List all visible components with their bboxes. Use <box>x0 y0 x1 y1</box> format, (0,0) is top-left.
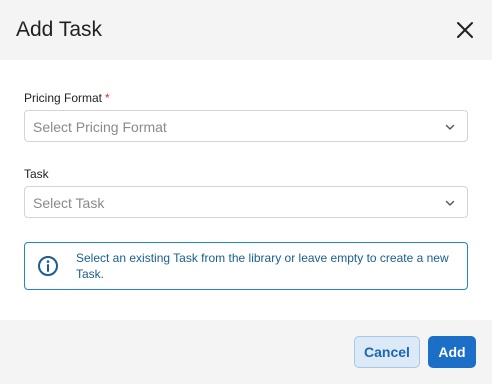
cancel-button[interactable]: Cancel <box>354 336 420 368</box>
dialog-title: Add Task <box>16 18 102 41</box>
add-button[interactable]: Add <box>428 336 476 368</box>
close-button[interactable] <box>455 20 475 40</box>
chevron-down-icon <box>445 198 455 208</box>
dialog-body: Pricing Format * Select Pricing Format Ta… <box>0 60 492 320</box>
task-placeholder: Select Task <box>33 195 105 211</box>
info-message-text: Select an existing Task from the library… <box>76 251 449 281</box>
required-marker: * <box>105 91 110 105</box>
info-message-box: Select an existing Task from the library… <box>24 242 468 290</box>
chevron-down-icon <box>445 122 455 132</box>
pricing-format-select[interactable]: Select Pricing Format <box>24 110 468 142</box>
pricing-format-placeholder: Select Pricing Format <box>33 119 167 135</box>
pricing-format-label-text: Pricing Format <box>24 91 103 105</box>
pricing-format-label: Pricing Format * <box>24 91 110 105</box>
task-select[interactable]: Select Task <box>24 186 468 218</box>
close-icon <box>457 22 473 38</box>
dialog-header: Add Task <box>0 0 492 60</box>
task-label: Task <box>24 167 49 181</box>
dialog-footer: Cancel Add <box>0 320 492 384</box>
info-circle-icon <box>37 255 59 277</box>
add-task-dialog: Add Task Pricing Format * Select Pricing … <box>0 0 492 384</box>
